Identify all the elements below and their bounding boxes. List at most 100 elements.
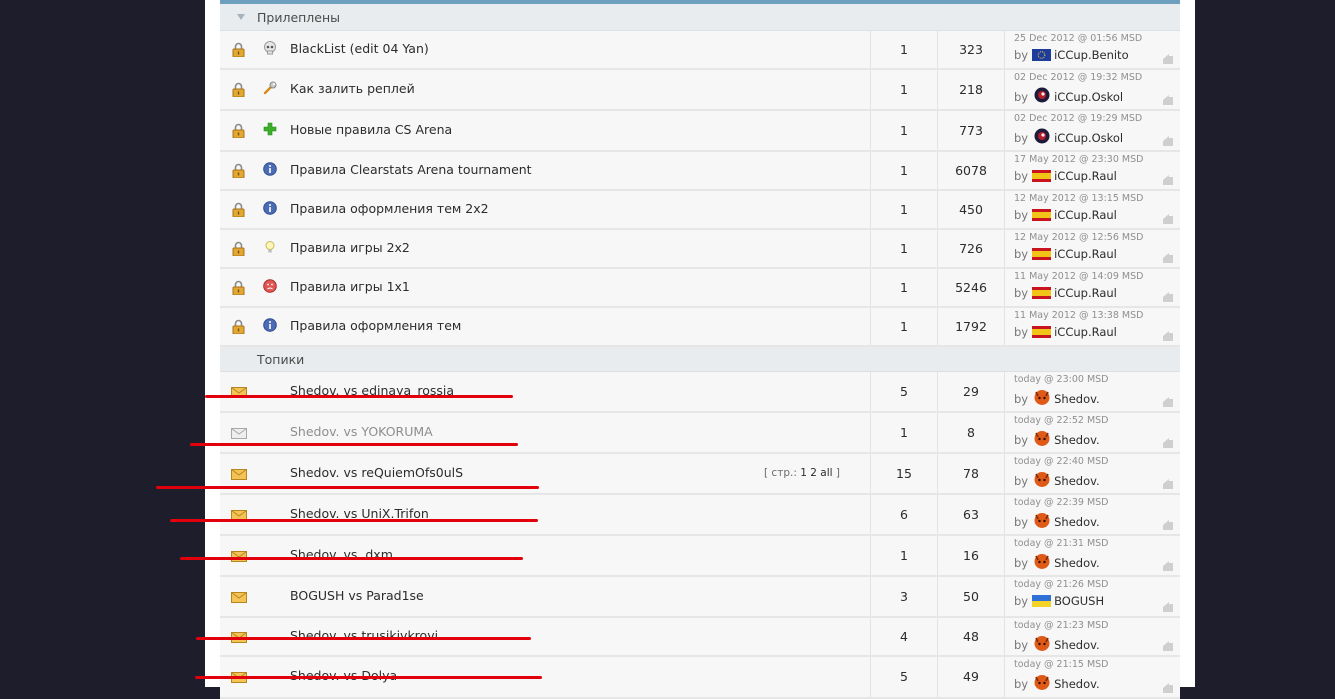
views-count: 6078 [937, 152, 1004, 189]
last-post-date: today @ 23:00 MSD [1014, 374, 1109, 385]
last-post-author: by Shedov. [1014, 553, 1100, 570]
go-to-last-post-icon[interactable] [1162, 396, 1174, 407]
go-to-last-post-icon[interactable] [1162, 213, 1174, 224]
topic-type-cell [255, 230, 285, 267]
go-to-last-post-icon[interactable] [1162, 291, 1174, 302]
topic-title-link[interactable]: Правила игры 2x2 [290, 240, 410, 255]
topic-type-cell [255, 31, 285, 68]
author-link[interactable]: iCCup.Benito [1054, 48, 1129, 62]
go-to-last-post-icon[interactable] [1162, 601, 1174, 612]
author-link[interactable]: BOGUSH [1054, 594, 1104, 608]
go-to-last-post-icon[interactable] [1162, 640, 1174, 651]
topic-title-link[interactable]: Как залить реплей [290, 81, 415, 96]
topic-type-cell [255, 536, 285, 575]
go-to-last-post-icon[interactable] [1162, 478, 1174, 489]
go-to-last-post-icon[interactable] [1162, 330, 1174, 341]
go-to-last-post-icon[interactable] [1162, 519, 1174, 530]
author-link[interactable]: Shedov. [1054, 515, 1100, 529]
go-to-last-post-icon[interactable] [1162, 252, 1174, 263]
section-pinned[interactable]: Прилеплены [220, 4, 1180, 31]
topic-row: Shedov. vs edinaya_rossia 5 29 today @ 23:0… [220, 372, 1180, 413]
views-count: 48 [937, 618, 1004, 655]
go-to-last-post-icon[interactable] [1162, 94, 1174, 105]
pinned-topic-row: Правила игры 1x1 1 5246 11 May 2012 @ 14:09… [220, 269, 1180, 308]
collapse-triangle-icon[interactable] [237, 14, 245, 20]
topic-type-cell [255, 152, 285, 189]
last-post-date: 12 May 2012 @ 12:56 MSD [1014, 232, 1144, 243]
author-link[interactable]: Shedov. [1054, 474, 1100, 488]
page-link-1[interactable]: 1 [800, 467, 807, 479]
last-post-cell: 11 May 2012 @ 13:38 MSD by iCCup.Raul [1004, 308, 1181, 345]
author-link[interactable]: iCCup.Raul [1054, 169, 1117, 183]
go-to-last-post-icon[interactable] [1162, 560, 1174, 571]
by-label: by [1014, 90, 1029, 104]
topic-title-link[interactable]: Правила оформления тем 2x2 [290, 201, 489, 216]
author-link[interactable]: Shedov. [1054, 556, 1100, 570]
author-link[interactable]: iCCup.Raul [1054, 325, 1117, 339]
topic-title-link[interactable]: BlackList (edit 04 Yan) [290, 41, 429, 56]
views-count: 63 [937, 495, 1004, 534]
last-post-author: by iCCup.Oskol [1014, 128, 1123, 145]
topic-title-link[interactable]: Shedov. vs YOKORUMA [290, 424, 433, 439]
last-post-date: today @ 21:26 MSD [1014, 579, 1109, 590]
author-link[interactable]: iCCup.Raul [1054, 286, 1117, 300]
topic-title-link[interactable]: Shedov. vs reQuiemOfs0ulS [290, 465, 463, 480]
pagination-prefix: [ стр.: [764, 467, 801, 479]
page-link-all[interactable]: all [820, 467, 832, 479]
last-post-author: by iCCup.Raul [1014, 169, 1117, 183]
avatar-orange [1032, 553, 1051, 569]
last-post-cell: today @ 22:39 MSD by Shedov. [1004, 495, 1181, 534]
status-cell [220, 308, 255, 345]
go-to-last-post-icon[interactable] [1162, 682, 1174, 693]
red-annotation-stroke [195, 676, 542, 679]
author-link[interactable]: iCCup.Raul [1054, 247, 1117, 261]
info-icon [263, 318, 277, 332]
topic-title-link[interactable]: Новые правила CS Arena [290, 122, 452, 137]
status-cell [220, 413, 255, 452]
topic-title-link[interactable]: Правила Clearstats Arena tournament [290, 162, 532, 177]
go-to-last-post-icon[interactable] [1162, 135, 1174, 146]
last-post-cell: 12 May 2012 @ 12:56 MSD by iCCup.Raul [1004, 230, 1181, 267]
status-cell [220, 269, 255, 306]
by-label: by [1014, 638, 1029, 652]
last-post-date: 11 May 2012 @ 13:38 MSD [1014, 310, 1144, 321]
avatar-orange [1032, 471, 1051, 487]
author-link[interactable]: Shedov. [1054, 638, 1100, 652]
topic-title-link[interactable]: Правила игры 1x1 [290, 279, 410, 294]
author-link[interactable]: iCCup.Oskol [1054, 90, 1123, 104]
pinned-topic-row: Новые правила CS Arena 1 773 02 Dec 2012 @ … [220, 111, 1180, 152]
by-label: by [1014, 169, 1029, 183]
replies-count: 1 [870, 152, 937, 189]
status-cell [220, 536, 255, 575]
by-label: by [1014, 247, 1029, 261]
page-link-2[interactable]: 2 [810, 467, 817, 479]
go-to-last-post-icon[interactable] [1162, 53, 1174, 64]
last-post-cell: today @ 23:00 MSD by Shedov. [1004, 372, 1181, 411]
topic-title-link[interactable]: Shedov. vs trusikivkrovi [290, 628, 438, 643]
last-post-date: today @ 21:15 MSD [1014, 659, 1109, 670]
last-post-cell: today @ 22:52 MSD by Shedov. [1004, 413, 1181, 452]
pinned-topic-row: Как залить реплей 1 218 02 Dec 2012 @ 19:32… [220, 70, 1180, 111]
go-to-last-post-icon[interactable] [1162, 437, 1174, 448]
author-link[interactable]: Shedov. [1054, 677, 1100, 691]
go-to-last-post-icon[interactable] [1162, 174, 1174, 185]
author-link[interactable]: Shedov. [1054, 433, 1100, 447]
by-label: by [1014, 131, 1029, 145]
pinned-topic-list: BlackList (edit 04 Yan) 1 323 25 Dec 2012 @… [220, 31, 1180, 347]
author-link[interactable]: iCCup.Oskol [1054, 131, 1123, 145]
last-post-author: by iCCup.Raul [1014, 247, 1117, 261]
author-link[interactable]: iCCup.Raul [1054, 208, 1117, 222]
last-post-date: 11 May 2012 @ 14:09 MSD [1014, 271, 1144, 282]
by-label: by [1014, 677, 1029, 691]
avatar-orange [1032, 389, 1051, 405]
lock-icon [232, 123, 245, 139]
topic-title-link[interactable]: Правила оформления тем [290, 318, 461, 333]
last-post-author: by Shedov. [1014, 471, 1100, 488]
author-link[interactable]: Shedov. [1054, 392, 1100, 406]
replies-count: 1 [870, 70, 937, 109]
replies-count: 5 [870, 657, 937, 697]
topic-title-link[interactable]: BOGUSH vs Parad1se [290, 588, 424, 603]
views-count: 49 [937, 657, 1004, 697]
forum-topic-list: Прилеплены BlackList (edit 04 Yan) 1 323 25… [220, 0, 1180, 699]
status-cell [220, 230, 255, 267]
